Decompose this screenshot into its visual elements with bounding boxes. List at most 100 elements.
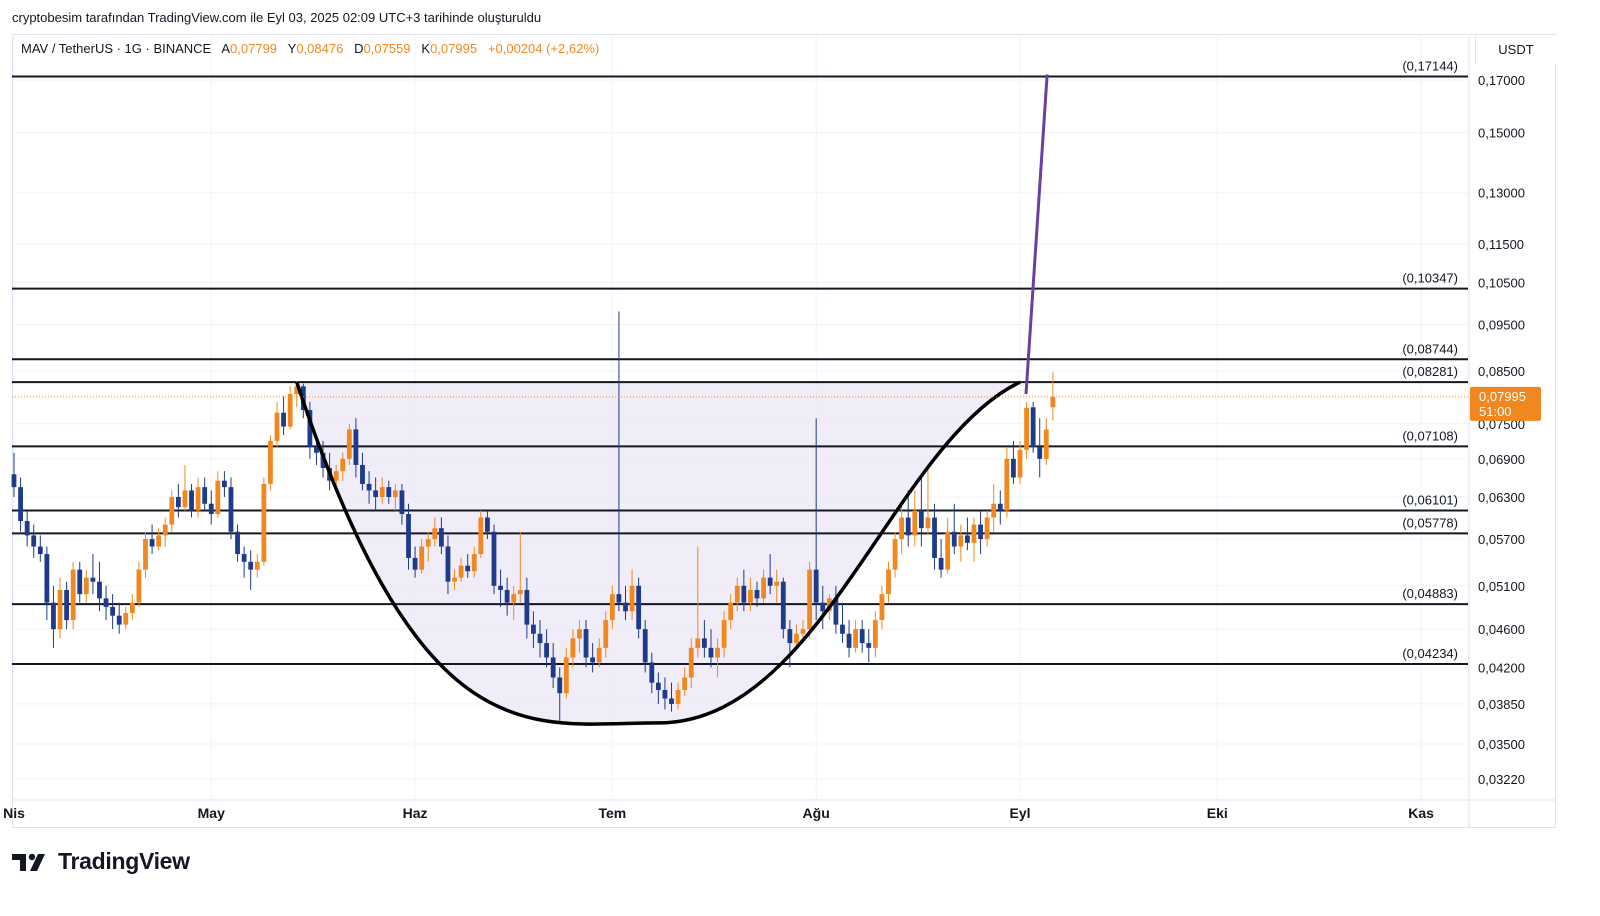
x-tick-label: Nis bbox=[3, 805, 25, 821]
candle bbox=[175, 483, 181, 518]
candle-body bbox=[649, 662, 655, 683]
candle-body bbox=[932, 517, 937, 558]
candle-body bbox=[524, 589, 530, 625]
candle-body bbox=[899, 517, 905, 540]
candle-body bbox=[366, 483, 372, 491]
candle-body bbox=[353, 429, 359, 465]
candle bbox=[70, 561, 76, 630]
candle bbox=[478, 510, 484, 558]
price-axis[interactable]: 0,17000 0,15000 0,13000 0,11500 0,10500 0,095… bbox=[1468, 36, 1541, 828]
candle-body bbox=[879, 594, 885, 621]
candle-body bbox=[123, 613, 129, 625]
candle bbox=[984, 510, 990, 547]
y-tick-label: 0,03850 bbox=[1478, 697, 1525, 712]
close-label: K bbox=[421, 41, 431, 56]
candle-body bbox=[800, 629, 806, 634]
y-tick-label: 0,06300 bbox=[1478, 490, 1525, 505]
candle-body bbox=[991, 503, 997, 518]
candle-body bbox=[570, 638, 576, 658]
candle-body bbox=[491, 531, 497, 586]
candle-body bbox=[208, 503, 214, 515]
candle-body bbox=[90, 577, 96, 582]
candle-body bbox=[820, 602, 826, 612]
candle bbox=[886, 561, 891, 603]
candle bbox=[274, 401, 280, 447]
candle bbox=[925, 464, 931, 536]
candle-body bbox=[669, 698, 674, 704]
candle-body bbox=[721, 620, 727, 648]
candle-body bbox=[958, 535, 964, 547]
candle bbox=[491, 524, 497, 595]
candle-body bbox=[511, 594, 517, 603]
candle bbox=[208, 490, 214, 525]
candle bbox=[123, 606, 129, 630]
candle-body bbox=[346, 429, 352, 459]
candle-body bbox=[57, 589, 63, 630]
candle-body bbox=[215, 480, 221, 515]
candle-body bbox=[682, 677, 688, 690]
candle-body bbox=[636, 585, 642, 630]
candle-body bbox=[274, 412, 280, 441]
candle-body bbox=[767, 577, 773, 586]
candle bbox=[932, 503, 937, 570]
candle-body bbox=[715, 647, 720, 658]
candle-body bbox=[590, 657, 596, 663]
last-price-tag-value: 0,07995 bbox=[1479, 389, 1526, 404]
candle bbox=[222, 471, 227, 498]
candle bbox=[241, 546, 247, 578]
candle-body bbox=[235, 531, 240, 555]
candle bbox=[978, 510, 983, 555]
candle bbox=[287, 386, 293, 430]
candle bbox=[11, 452, 17, 498]
candle-body bbox=[458, 565, 464, 578]
level-label: (0,05778) bbox=[1402, 515, 1458, 530]
high-label: Y bbox=[287, 41, 297, 56]
candle-body bbox=[261, 483, 267, 562]
candle-body bbox=[728, 602, 734, 621]
candle bbox=[945, 517, 951, 574]
candle bbox=[156, 528, 162, 551]
candle-body bbox=[399, 490, 405, 515]
price-chart[interactable]: (0,17144) (0,10347) (0,08744) (0,08281) (0,0… bbox=[0, 0, 1600, 916]
currency-unit-button[interactable]: USDT bbox=[1475, 36, 1556, 64]
candle-body bbox=[655, 682, 661, 690]
candle-body bbox=[149, 539, 155, 547]
candle-body bbox=[254, 561, 260, 570]
candle-body bbox=[162, 524, 168, 536]
tradingview-logo[interactable]: TradingView bbox=[12, 848, 190, 875]
time-axis[interactable]: Nis May Haz Tem Ağu Eyl Eki Kas bbox=[3, 799, 1556, 821]
candle-body bbox=[787, 629, 793, 644]
candle-body bbox=[918, 510, 924, 529]
candle bbox=[51, 585, 56, 648]
candle bbox=[807, 561, 812, 639]
candle-body bbox=[550, 657, 556, 678]
candle-body bbox=[471, 554, 477, 572]
candle-body bbox=[287, 394, 293, 427]
candle-body bbox=[379, 487, 385, 498]
candle-body bbox=[386, 487, 392, 498]
candle bbox=[44, 546, 50, 621]
candle-body bbox=[11, 474, 17, 488]
change-value: +0,00204 (+2,62%) bbox=[487, 41, 600, 56]
candle bbox=[281, 396, 286, 436]
level-label: (0,08744) bbox=[1402, 341, 1458, 356]
candle-body bbox=[412, 557, 418, 570]
x-tick-label: Eyl bbox=[1009, 805, 1030, 821]
level-label: (0,04883) bbox=[1402, 586, 1458, 601]
candle-body bbox=[195, 487, 201, 511]
candle bbox=[189, 483, 194, 518]
symbol-name[interactable]: MAV / TetherUS · 1G · BINANCE bbox=[21, 41, 211, 56]
candle-body bbox=[485, 517, 490, 532]
candle-body bbox=[925, 517, 931, 529]
candle-body bbox=[662, 689, 668, 699]
candle-body bbox=[774, 581, 780, 586]
x-tick-label: Haz bbox=[403, 805, 428, 821]
candle bbox=[1050, 372, 1056, 421]
candle-body bbox=[563, 657, 569, 694]
candle-body bbox=[794, 633, 799, 644]
candle-body bbox=[905, 517, 911, 536]
candle bbox=[1030, 401, 1036, 453]
candle-body bbox=[360, 464, 365, 484]
candle bbox=[182, 464, 188, 511]
candle-body bbox=[1024, 407, 1029, 450]
